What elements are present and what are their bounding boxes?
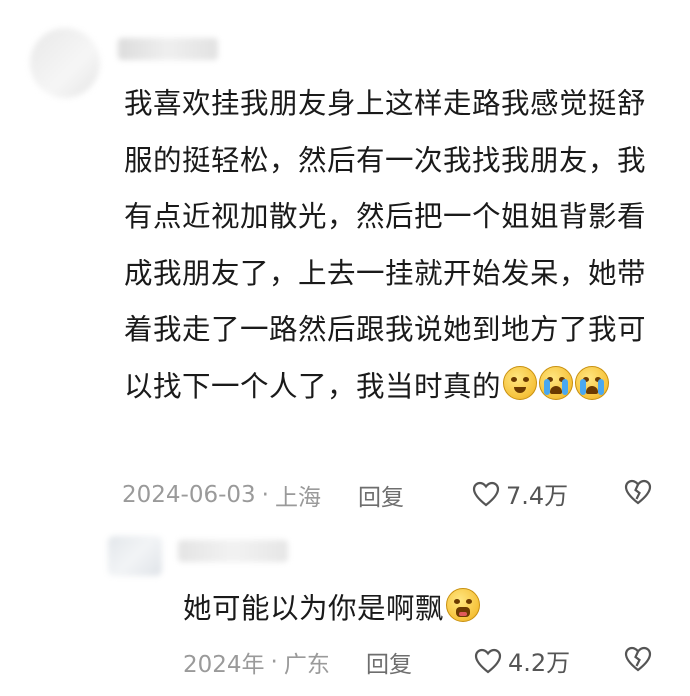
like-button[interactable]: 7.4万 <box>472 476 568 511</box>
reply-reply-button[interactable]: 回复 <box>366 645 412 679</box>
commenter-name-blurred[interactable] <box>118 38 218 60</box>
commenter-avatar[interactable] <box>30 28 100 98</box>
reply-name-blurred[interactable] <box>178 540 288 562</box>
reply-like-count: 4.2万 <box>508 649 571 677</box>
comment-line-4: 成我朋友了，上去一挂就开始发呆，她带 <box>124 256 647 290</box>
comment-line-5: 着我走了一路然后跟我说她到地方了我可 <box>124 313 647 346</box>
meta-separator: · <box>261 482 269 508</box>
comment-text: 我喜欢挂我朋友身上这样走路我感觉挺舒 服的挺轻松，然后有一次我找我朋友，我 有点… <box>124 76 664 415</box>
broken-heart-icon[interactable] <box>624 479 652 505</box>
reply-location: 广东 <box>283 652 330 678</box>
broken-heart-icon[interactable] <box>624 646 652 672</box>
comment-line-1: 我喜欢挂我朋友身上这样走路我感觉挺舒 <box>124 87 647 120</box>
sobbing-face-icon <box>446 588 481 622</box>
comment-meta: 2024-06-03 · 上海 <box>122 478 321 512</box>
reply-button[interactable]: 回复 <box>358 478 404 512</box>
reply-like-button[interactable]: 4.2万 <box>474 643 570 678</box>
heart-icon <box>474 648 502 673</box>
crying-face-icon <box>539 365 574 400</box>
dizzy-face-icon <box>503 365 538 400</box>
reply-meta: 2024年 · 广东 <box>183 645 330 679</box>
reply-date: 2024年 <box>183 652 265 678</box>
reply-avatar[interactable] <box>108 536 162 576</box>
reply-text: 她可能以为你是啊飘 <box>183 588 481 629</box>
comment-line-6: 以找下一个人了，我当时真的 <box>124 369 502 403</box>
meta-separator: · <box>270 649 278 675</box>
comment-date: 2024-06-03 <box>122 482 256 508</box>
comment-line-2: 服的挺轻松，然后有一次我找我朋友，我 <box>124 143 647 177</box>
comment-line-3: 有点近视加散光，然后把一个姐姐背影看 <box>124 200 647 233</box>
like-count: 7.4万 <box>506 482 569 510</box>
heart-icon <box>472 481 500 506</box>
crying-face-icon <box>575 365 610 400</box>
comment-location: 上海 <box>274 485 321 511</box>
reply-text-content: 她可能以为你是啊飘 <box>183 592 445 625</box>
